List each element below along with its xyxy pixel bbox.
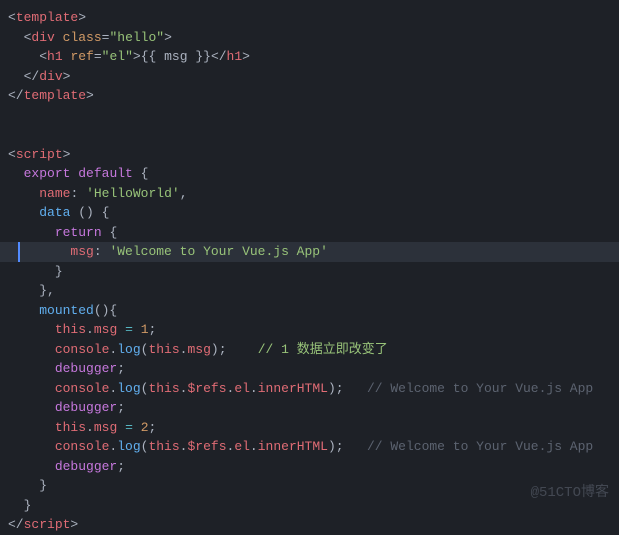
code-line: }: [0, 496, 619, 516]
code-line: console.log(this.$refs.el.innerHTML); //…: [0, 437, 619, 457]
code-line: data () {: [0, 203, 619, 223]
code-line: debugger;: [0, 359, 619, 379]
code-line: name: 'HelloWorld',: [0, 184, 619, 204]
code-line: console.log(this.$refs.el.innerHTML); //…: [0, 379, 619, 399]
code-line: </template>: [0, 86, 619, 106]
code-line: <h1 ref="el">{{ msg }}</h1>: [0, 47, 619, 67]
code-line: <div class="hello">: [0, 28, 619, 48]
watermark: @51CTO博客: [531, 483, 609, 504]
code-line: </div>: [0, 67, 619, 87]
code-line: mounted(){: [0, 301, 619, 321]
code-line: return {: [0, 223, 619, 243]
code-line: console.log(this.msg); // 1 数据立即改变了: [0, 340, 619, 360]
code-line: [0, 125, 619, 145]
code-line: export default {: [0, 164, 619, 184]
code-line: },: [0, 281, 619, 301]
code-line: <template>: [0, 8, 619, 28]
code-line: }: [0, 476, 619, 496]
code-line: debugger;: [0, 398, 619, 418]
code-line: debugger;: [0, 457, 619, 477]
code-line: [0, 106, 619, 126]
code-editor[interactable]: <template> <div class="hello"> <h1 ref="…: [0, 8, 619, 535]
code-line: this.msg = 1;: [0, 320, 619, 340]
code-line: <script>: [0, 145, 619, 165]
code-line: this.msg = 2;: [0, 418, 619, 438]
code-line: }: [0, 262, 619, 282]
code-line-selected: msg: 'Welcome to Your Vue.js App': [0, 242, 619, 262]
code-line: </script>: [0, 515, 619, 535]
